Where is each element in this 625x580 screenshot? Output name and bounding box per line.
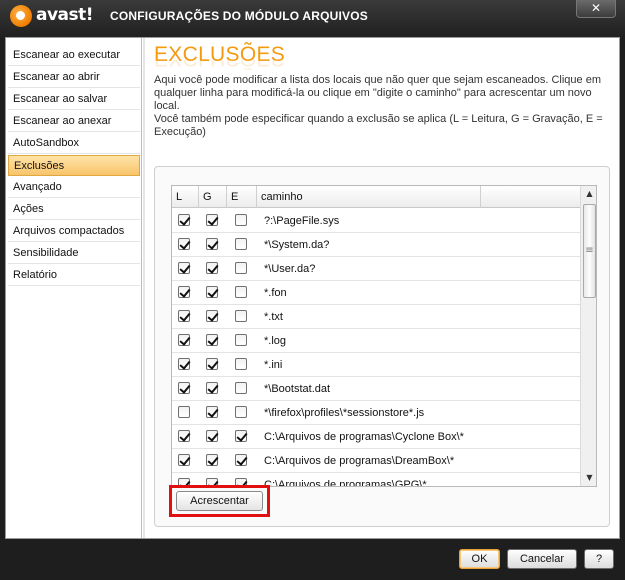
path-cell: *.ini bbox=[264, 359, 283, 371]
checkbox-g[interactable] bbox=[206, 454, 218, 466]
ok-button[interactable]: OK bbox=[459, 549, 500, 569]
table-row[interactable]: *\System.da? bbox=[172, 233, 580, 257]
checkbox-e[interactable] bbox=[235, 334, 247, 346]
table-row[interactable]: *\Bootstat.dat bbox=[172, 377, 580, 401]
path-cell: C:\Arquivos de programas\Cyclone Box\* bbox=[264, 431, 464, 443]
window-title: CONFIGURAÇÕES DO MÓDULO ARQUIVOS bbox=[110, 9, 368, 23]
sidebar-item-exclusoes[interactable]: Exclusões bbox=[8, 155, 140, 176]
sidebar-item-escanear-ao-anexar[interactable]: Escanear ao anexar bbox=[8, 111, 140, 132]
sidebar-item-escanear-ao-executar[interactable]: Escanear ao executar bbox=[8, 45, 140, 66]
avast-logo-icon bbox=[10, 5, 32, 27]
add-button-highlight: Acrescentar bbox=[169, 485, 270, 517]
checkbox-l[interactable] bbox=[178, 286, 190, 298]
path-cell: *\System.da? bbox=[264, 239, 330, 251]
table-row[interactable]: *.ini bbox=[172, 353, 580, 377]
scroll-grip-icon: ≡ bbox=[585, 245, 594, 256]
table-row[interactable]: *\User.da? bbox=[172, 257, 580, 281]
help-button[interactable]: ? bbox=[584, 549, 614, 569]
path-cell: *.log bbox=[264, 335, 287, 347]
sidebar-item-autosandbox[interactable]: AutoSandbox bbox=[8, 133, 140, 154]
scrollbar[interactable]: ▲ ≡ ▼ bbox=[580, 186, 596, 486]
table-row[interactable]: ?:\PageFile.sys bbox=[172, 209, 580, 233]
table-header: L G E caminho bbox=[172, 186, 580, 208]
scroll-down-icon[interactable]: ▼ bbox=[581, 470, 596, 486]
checkbox-l[interactable] bbox=[178, 382, 190, 394]
path-cell: *\Bootstat.dat bbox=[264, 383, 331, 395]
checkbox-e[interactable] bbox=[235, 454, 247, 466]
title-bar: avast! CONFIGURAÇÕES DO MÓDULO ARQUIVOS … bbox=[0, 0, 625, 34]
checkbox-e[interactable] bbox=[235, 238, 247, 250]
checkbox-e[interactable] bbox=[235, 358, 247, 370]
checkbox-l[interactable] bbox=[178, 406, 190, 418]
column-header-g[interactable]: G bbox=[199, 186, 227, 208]
checkbox-l[interactable] bbox=[178, 262, 190, 274]
description-text-1: Aqui você pode modificar a lista dos loc… bbox=[154, 74, 601, 112]
table-row[interactable]: *.txt bbox=[172, 305, 580, 329]
checkbox-g[interactable] bbox=[206, 310, 218, 322]
avast-logo: avast! bbox=[8, 3, 100, 29]
scroll-up-icon[interactable]: ▲ bbox=[581, 186, 596, 202]
add-button[interactable]: Acrescentar bbox=[176, 491, 263, 511]
checkbox-g[interactable] bbox=[206, 238, 218, 250]
checkbox-e[interactable] bbox=[235, 286, 247, 298]
sidebar-item-sensibilidade[interactable]: Sensibilidade bbox=[8, 243, 140, 264]
scroll-thumb[interactable]: ≡ bbox=[583, 204, 596, 298]
checkbox-l[interactable] bbox=[178, 334, 190, 346]
sidebar-item-escanear-ao-abrir[interactable]: Escanear ao abrir bbox=[8, 67, 140, 88]
checkbox-g[interactable] bbox=[206, 358, 218, 370]
checkbox-e[interactable] bbox=[235, 310, 247, 322]
column-header-e[interactable]: E bbox=[227, 186, 257, 208]
table-row[interactable]: *.log bbox=[172, 329, 580, 353]
exclusions-table: L G E caminho ?:\PageFile.sys *\System.da… bbox=[171, 185, 597, 487]
path-cell: *\firefox\profiles\*sessionstore*.js bbox=[264, 407, 425, 419]
checkbox-e[interactable] bbox=[235, 382, 247, 394]
close-icon: ✕ bbox=[590, 1, 602, 15]
page-title-reflection: EXCLUSÕES bbox=[154, 60, 285, 70]
checkbox-g[interactable] bbox=[206, 214, 218, 226]
checkbox-g[interactable] bbox=[206, 262, 218, 274]
path-cell: C:\Arquivos de programas\GPG\* bbox=[264, 479, 427, 487]
path-cell: C:\Arquivos de programas\DreamBox\* bbox=[264, 455, 455, 467]
checkbox-l[interactable] bbox=[178, 358, 190, 370]
path-cell: *.txt bbox=[264, 311, 283, 323]
checkbox-e[interactable] bbox=[235, 406, 247, 418]
exclusions-panel: L G E caminho ?:\PageFile.sys *\System.da… bbox=[154, 166, 610, 527]
brand-name: avast! bbox=[36, 5, 94, 25]
sidebar-item-relatorio[interactable]: Relatório bbox=[8, 265, 140, 286]
checkbox-g[interactable] bbox=[206, 430, 218, 442]
checkbox-l[interactable] bbox=[178, 454, 190, 466]
checkbox-e[interactable] bbox=[235, 430, 247, 442]
checkbox-l[interactable] bbox=[178, 310, 190, 322]
content-area: Escanear ao executar Escanear ao abrir E… bbox=[5, 37, 620, 539]
table-row[interactable]: *\firefox\profiles\*sessionstore*.js bbox=[172, 401, 580, 425]
path-cell: *.fon bbox=[264, 287, 287, 299]
page-description: Aqui você pode modificar a lista dos loc… bbox=[154, 74, 609, 139]
checkbox-l[interactable] bbox=[178, 430, 190, 442]
checkbox-g[interactable] bbox=[206, 286, 218, 298]
path-cell: *\User.da? bbox=[264, 263, 316, 275]
sidebar-item-acoes[interactable]: Ações bbox=[8, 199, 140, 220]
sidebar-item-avancado[interactable]: Avançado bbox=[8, 177, 140, 198]
cancel-button[interactable]: Cancelar bbox=[507, 549, 577, 569]
table-row[interactable]: C:\Arquivos de programas\DreamBox\* bbox=[172, 449, 580, 473]
column-header-path[interactable]: caminho bbox=[257, 186, 481, 208]
settings-window: avast! CONFIGURAÇÕES DO MÓDULO ARQUIVOS … bbox=[0, 0, 625, 580]
checkbox-l[interactable] bbox=[178, 238, 190, 250]
checkbox-l[interactable] bbox=[178, 214, 190, 226]
path-cell: ?:\PageFile.sys bbox=[264, 215, 340, 227]
checkbox-e[interactable] bbox=[235, 262, 247, 274]
sidebar: Escanear ao executar Escanear ao abrir E… bbox=[6, 38, 145, 538]
close-button[interactable]: ✕ bbox=[576, 0, 616, 18]
checkbox-e[interactable] bbox=[235, 214, 247, 226]
checkbox-g[interactable] bbox=[206, 382, 218, 394]
column-header-l[interactable]: L bbox=[172, 186, 199, 208]
sidebar-item-escanear-ao-salvar[interactable]: Escanear ao salvar bbox=[8, 89, 140, 110]
main-panel: EXCLUSÕES EXCLUSÕES Aqui você pode modif… bbox=[151, 38, 619, 538]
checkbox-g[interactable] bbox=[206, 406, 218, 418]
sidebar-item-arquivos-compactados[interactable]: Arquivos compactados bbox=[8, 221, 140, 242]
table-row[interactable]: C:\Arquivos de programas\Cyclone Box\* bbox=[172, 425, 580, 449]
table-row[interactable]: *.fon bbox=[172, 281, 580, 305]
checkbox-g[interactable] bbox=[206, 334, 218, 346]
description-text-2: Você também pode especificar quando a ex… bbox=[154, 113, 603, 138]
